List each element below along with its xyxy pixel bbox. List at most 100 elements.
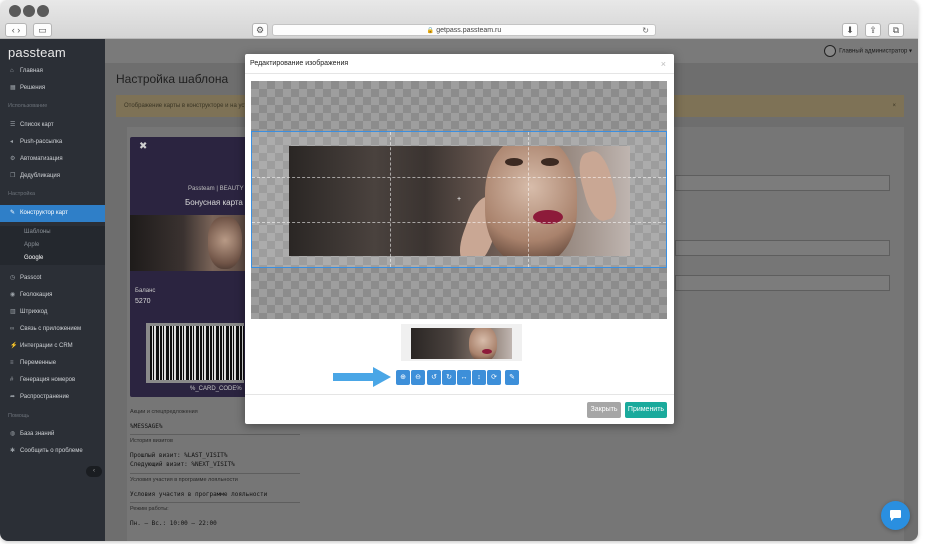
sidebar-item-number-gen[interactable]: # Генерация номеров	[0, 372, 105, 389]
sidebar-item-barcode[interactable]: ▥ Штрихкод	[0, 304, 105, 321]
numbers-icon: #	[10, 377, 14, 383]
zoom-window-button[interactable]	[37, 5, 49, 17]
crop-preview	[401, 324, 522, 361]
modal-title: Редактирование изображения	[250, 60, 349, 67]
sidebar-item-crm[interactable]: ⚡ Интеграции с CRM	[0, 338, 105, 355]
chat-widget-button[interactable]	[881, 501, 910, 530]
sidebar-item-dedup[interactable]: ❐ Дедубликация	[0, 168, 105, 185]
chat-icon	[890, 510, 901, 521]
sidebar-item-app-link[interactable]: ∞ Связь с приложением	[0, 321, 105, 338]
sidebar-item-passcot[interactable]: ◷ Passcot	[0, 270, 105, 287]
preview-face	[469, 328, 497, 359]
sidebar-subitem-google[interactable]: Google	[0, 252, 105, 265]
sidebar-section-usage: Использование	[8, 103, 48, 109]
divider	[130, 502, 300, 503]
sidebar-item-knowledge-base[interactable]: ◍ База знаний	[0, 426, 105, 443]
barcode-icon: ▥	[10, 309, 16, 315]
close-button[interactable]: Закрыть	[587, 402, 621, 418]
sidebar-item-label: Связь с приложением	[20, 326, 82, 332]
sidebar-item-label: Список карт	[20, 122, 54, 128]
sidebar-item-constructor[interactable]: ✎ Конструктор карт	[0, 205, 105, 222]
browser-window: ‹ › ▭ ⚙ 🔒 getpass.passteam.ru ↻ ⬇ ⇪ ⧉ pas…	[0, 0, 918, 541]
notice-close-button[interactable]: ×	[892, 95, 896, 117]
home-icon: ⌂	[10, 68, 14, 74]
rotate-left-icon[interactable]: ↺	[427, 370, 441, 385]
divider	[130, 473, 300, 474]
sidebar-item-label: База знаний	[20, 431, 55, 437]
sidebar-item-card-list[interactable]: ☰ Список карт	[0, 117, 105, 134]
back-forward-buttons[interactable]: ‹ ›	[5, 23, 27, 37]
flip-vertical-icon[interactable]: ↕	[472, 370, 486, 385]
terms-value: Условия участия в программе лояльности	[130, 491, 268, 498]
browser-toolbar: ‹ › ▭ ⚙ 🔒 getpass.passteam.ru ↻ ⬇ ⇪ ⧉	[0, 0, 918, 39]
sidebar-item-variables[interactable]: ≡ Переменные	[0, 355, 105, 372]
brush-button-group: ✎	[505, 370, 519, 385]
barcode-bars	[150, 326, 244, 380]
divider	[130, 434, 300, 435]
sidebar-subitem-templates[interactable]: Шаблоны	[0, 226, 105, 239]
close-window-button[interactable]	[9, 5, 21, 17]
sidebar: passteam ⌂ Главная ▦ Решения Использование…	[0, 39, 105, 541]
globe-icon: ◍	[10, 431, 16, 437]
crop-guide	[528, 132, 529, 267]
sidebar-section-help: Помощь	[8, 413, 30, 419]
rotate-button-group: ↺ ↻	[427, 370, 456, 385]
sidebar-item-label: Дедубликация	[20, 173, 60, 179]
hours-value: Пн. — Вс.: 10:00 — 22:00	[130, 520, 217, 527]
rotate-right-icon[interactable]: ↻	[442, 370, 456, 385]
variable-icon: ≡	[10, 360, 14, 366]
share-icon[interactable]: ⇪	[865, 23, 881, 37]
crop-canvas[interactable]: +	[251, 81, 667, 319]
sidebar-item-report-problem[interactable]: ✱ Сообщить о проблеме	[0, 443, 105, 460]
settings-icon[interactable]: ⚙	[252, 23, 268, 37]
card-preview: ✖ Passteam | BEAUTY Бонусная карта Балан…	[130, 137, 248, 397]
reset-icon[interactable]: ⟳	[487, 370, 501, 385]
apply-button[interactable]: Применить	[625, 402, 667, 418]
template-field-3[interactable]	[675, 275, 890, 291]
crop-center-icon: +	[457, 196, 462, 203]
sidebar-toggle-icon[interactable]: ▭	[33, 23, 52, 37]
admin-menu[interactable]: Главный администратор ▾	[824, 45, 912, 57]
template-field-1[interactable]	[675, 175, 890, 191]
tabs-icon[interactable]: ⧉	[888, 23, 904, 37]
card-code: %_CARD_CODE%	[190, 386, 242, 392]
sidebar-item-label: Главная	[20, 68, 43, 74]
sidebar-item-distribution[interactable]: ➦ Распространение	[0, 389, 105, 406]
sidebar-item-home[interactable]: ⌂ Главная	[0, 63, 105, 80]
sidebar-item-label: Сообщить о проблеме	[20, 448, 83, 454]
sidebar-item-solutions[interactable]: ▦ Решения	[0, 80, 105, 97]
template-field-2[interactable]	[675, 240, 890, 256]
address-bar[interactable]: 🔒 getpass.passteam.ru ↻	[272, 24, 656, 36]
sidebar-item-automation[interactable]: ⚙ Автоматизация	[0, 151, 105, 168]
sidebar-subitem-label: Google	[24, 255, 44, 261]
image-hand-right	[574, 148, 622, 224]
sidebar-collapse-button[interactable]: ‹	[86, 466, 102, 477]
brush-icon: ✎	[10, 210, 16, 216]
sidebar-item-label: Штрихкод	[20, 309, 48, 315]
app-logo[interactable]: passteam	[8, 45, 66, 60]
zoom-in-icon[interactable]: ⊕	[396, 370, 410, 385]
image-editor-modal: Редактирование изображения × + ⊕ ⊖ ↺ ↻ ↔…	[245, 54, 674, 424]
sidebar-item-label: Распространение	[20, 394, 70, 400]
brush-icon[interactable]: ✎	[505, 370, 519, 385]
sidebar-item-push[interactable]: ◂ Push-рассылка	[0, 134, 105, 151]
grid-icon: ▦	[10, 85, 16, 91]
sidebar-item-label: Конструктор карт	[20, 210, 68, 216]
download-icon[interactable]: ⬇	[842, 23, 858, 37]
flip-horizontal-icon[interactable]: ↔	[457, 370, 471, 385]
close-icon[interactable]: ✖	[139, 141, 147, 152]
preview-lips	[482, 349, 492, 354]
zoom-out-icon[interactable]: ⊖	[411, 370, 425, 385]
avatar	[824, 45, 837, 57]
sidebar-subitem-label: Шаблоны	[24, 229, 51, 235]
lock-icon: 🔒	[426, 28, 435, 34]
crop-selection[interactable]: +	[251, 131, 667, 268]
modal-close-button[interactable]: ×	[661, 59, 666, 69]
sidebar-item-geo[interactable]: ◉ Геолокация	[0, 287, 105, 304]
share-icon: ➦	[10, 394, 16, 400]
sidebar-subitem-apple[interactable]: Apple	[0, 239, 105, 252]
card-face-image	[208, 217, 242, 269]
reload-icon[interactable]: ↻	[642, 25, 649, 36]
zoom-button-group: ⊕ ⊖	[396, 370, 425, 385]
minimize-window-button[interactable]	[23, 5, 35, 17]
